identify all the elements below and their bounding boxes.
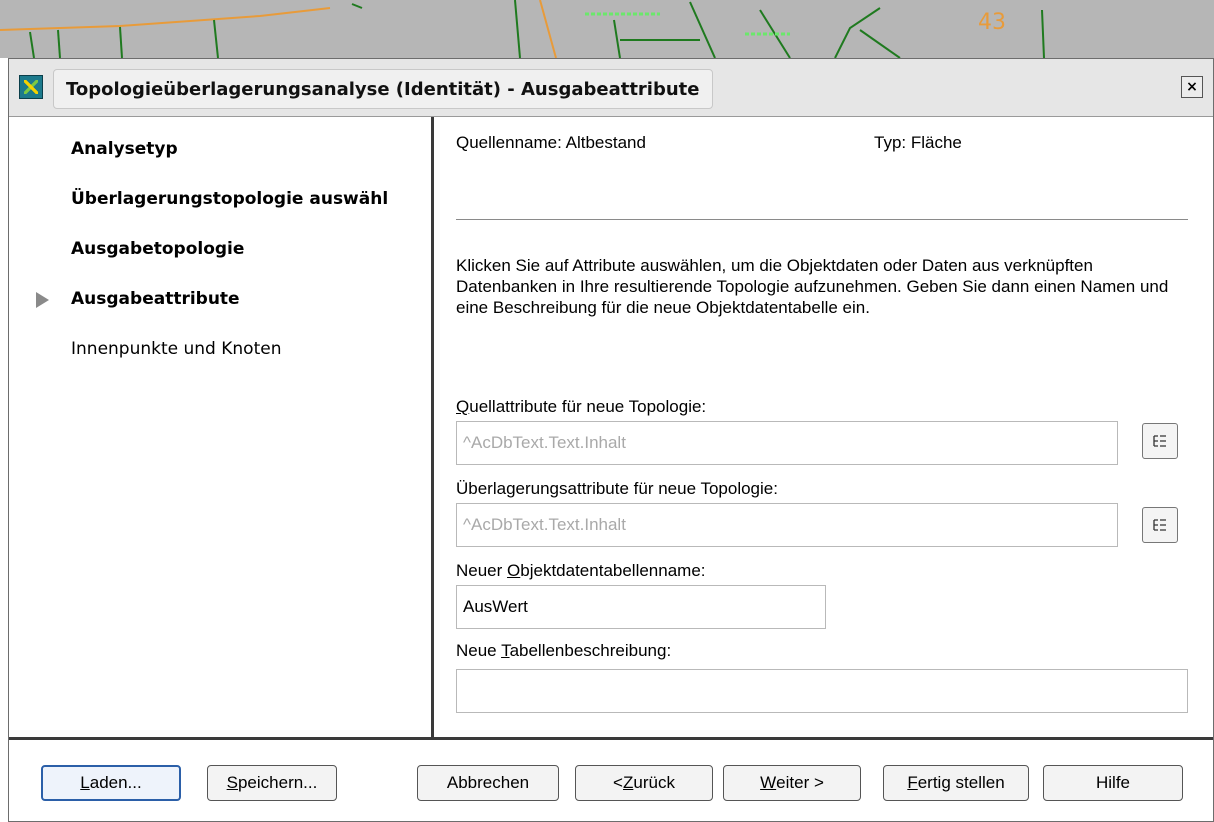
finish-button[interactable]: Fertig stellen — [883, 765, 1029, 801]
next-button[interactable]: Weiter > — [723, 765, 861, 801]
next-label: eiter > — [776, 773, 824, 792]
table-name-label-pre: Neuer — [456, 561, 508, 580]
source-attrs-field[interactable]: ^AcDbText.Text.Inhalt — [456, 421, 1118, 465]
divider — [456, 219, 1188, 220]
select-overlay-attrs-button[interactable] — [1142, 507, 1178, 543]
background-map: 43 — [0, 0, 1214, 58]
finish-accesskey: F — [907, 773, 918, 792]
close-icon[interactable]: × — [1181, 76, 1203, 98]
table-desc-input[interactable] — [456, 669, 1188, 713]
table-desc-label-pre: Neue — [456, 641, 502, 660]
load-label: aden... — [89, 773, 142, 792]
step-ausgabetopologie[interactable]: Ausgabetopologie — [71, 239, 244, 259]
save-accesskey: S — [226, 773, 238, 792]
save-label: peichern... — [237, 773, 318, 792]
overlay-attrs-label: Überlagerungsattribute für neue Topologi… — [456, 479, 778, 498]
wizard-steps-pane: Analysetyp Überlagerungstopologie auswäh… — [9, 117, 431, 737]
step-ueberlagerungstopologie[interactable]: Überlagerungstopologie auswähl — [71, 189, 388, 209]
source-name-label: Quellenname: Altbestand — [456, 133, 646, 152]
back-button[interactable]: < Zurück — [575, 765, 713, 801]
instructions-text: Klicken Sie auf Attribute auswählen, um … — [456, 256, 1169, 317]
cancel-button[interactable]: Abbrechen — [417, 765, 559, 801]
load-button[interactable]: Laden... — [41, 765, 181, 801]
title-bar[interactable]: Topologieüberlagerungsanalyse (Identität… — [9, 59, 1213, 117]
source-attrs-label-text: uellattribute für neue Topologie: — [469, 397, 707, 416]
back-label-pre: < — [613, 773, 623, 792]
dialog-window: Topologieüberlagerungsanalyse (Identität… — [8, 58, 1214, 822]
tree-icon — [1153, 435, 1166, 447]
map-lines — [0, 0, 1045, 58]
next-accesskey: W — [760, 773, 777, 792]
table-name-label-text: bjektdatentabellenname: — [520, 561, 706, 580]
source-attrs-accesskey: Q — [456, 397, 470, 416]
table-desc-accesskey: T — [501, 641, 510, 660]
source-attrs-label: Quellattribute für neue Topologie: — [456, 397, 706, 417]
step-ausgabeattribute[interactable]: Ausgabeattribute — [71, 289, 240, 309]
current-step-arrow-icon — [36, 292, 49, 308]
help-button[interactable]: Hilfe — [1043, 765, 1183, 801]
save-button[interactable]: Speichern... — [207, 765, 337, 801]
step-innenpunkte[interactable]: Innenpunkte und Knoten — [71, 339, 281, 359]
overlay-attrs-field[interactable]: ^AcDbText.Text.Inhalt — [456, 503, 1118, 547]
map-label: 43 — [978, 10, 1006, 35]
finish-label: ertig stellen — [917, 773, 1005, 792]
tree-icon — [1153, 519, 1166, 531]
load-accesskey: L — [80, 773, 90, 792]
table-name-label: Neuer Objektdatentabellenname: — [456, 561, 706, 581]
button-bar-separator — [9, 737, 1213, 740]
table-desc-label: Neue Tabellenbeschreibung: — [456, 641, 671, 661]
back-accesskey: Z — [622, 773, 634, 792]
step-analysetyp[interactable]: Analysetyp — [71, 139, 178, 159]
table-desc-label-text: abellenbeschreibung: — [509, 641, 672, 660]
table-name-accesskey: O — [507, 561, 521, 580]
select-source-attrs-button[interactable] — [1142, 423, 1178, 459]
table-name-input[interactable]: AusWert — [456, 585, 826, 629]
app-icon — [19, 75, 43, 99]
dialog-title: Topologieüberlagerungsanalyse (Identität… — [53, 69, 713, 109]
type-label: Typ: Fläche — [874, 133, 962, 152]
content-pane: Quellenname: Altbestand Typ: Fläche Klic… — [434, 117, 1213, 737]
back-label: urück — [633, 773, 675, 792]
